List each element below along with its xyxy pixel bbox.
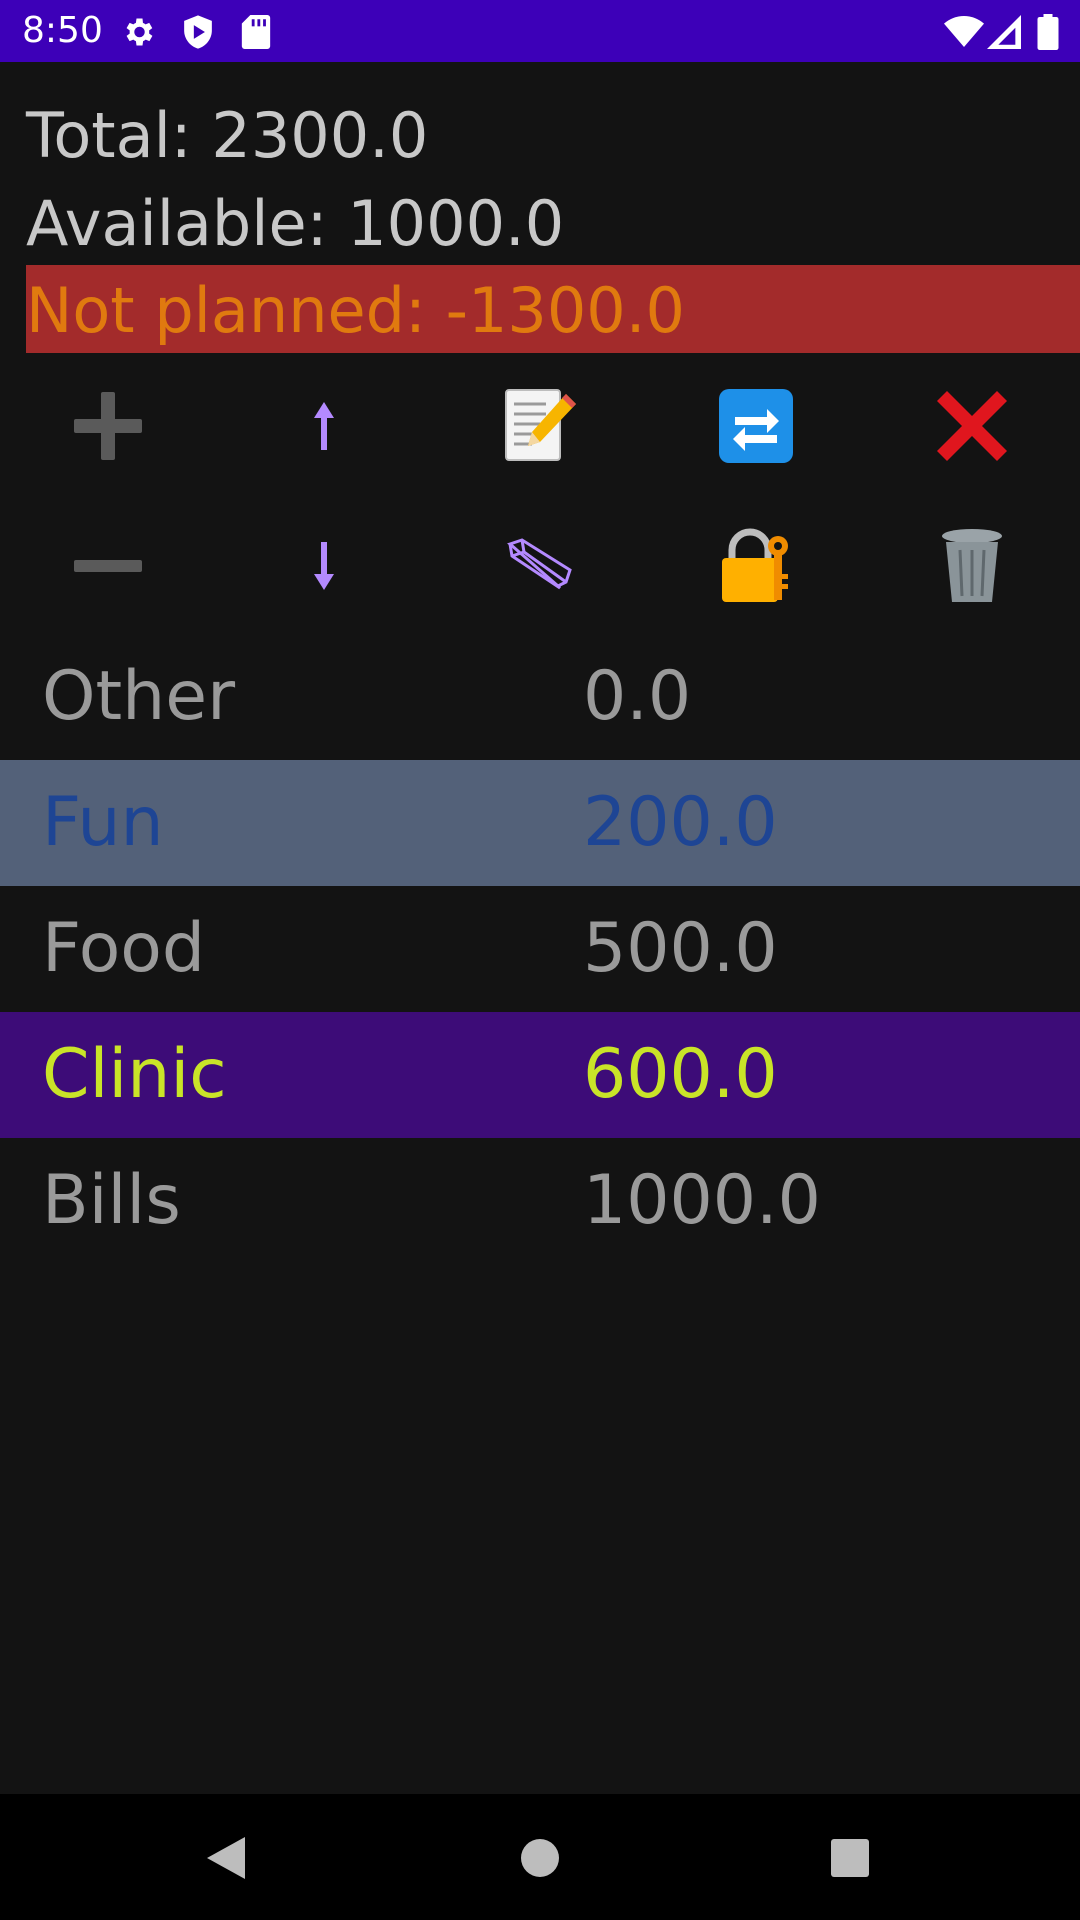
recents-icon [831,1839,869,1877]
sd-card-icon [236,12,276,52]
play-protect-icon [178,12,218,52]
category-value: 500.0 [583,909,778,988]
not-planned-label: Not planned: -1300.0 [26,274,685,347]
list-item[interactable]: Bills 1000.0 [0,1138,1080,1264]
not-planned-banner: Not planned: -1300.0 [26,265,1080,353]
list-item[interactable]: Fun 200.0 [0,760,1080,886]
available-label: Available: 1000.0 [26,187,565,260]
repeat-icon [719,389,793,463]
recents-button[interactable] [808,1816,892,1900]
arrow-down-icon [314,542,334,590]
list-item[interactable]: Food 500.0 [0,886,1080,1012]
move-up-button[interactable] [276,378,372,474]
plus-icon [74,392,142,460]
lock-button[interactable] [708,518,804,614]
minus-icon [74,560,142,572]
clear-button[interactable] [924,378,1020,474]
delete-button[interactable] [924,518,1020,614]
status-time: 8:50 [22,10,103,51]
category-name: Fun [42,783,164,862]
battery-icon [1028,12,1068,52]
category-value: 200.0 [583,783,778,862]
edit-memo-button[interactable] [492,378,588,474]
gear-icon [118,12,158,52]
navigation-bar [0,1794,1080,1920]
category-value: 1000.0 [583,1161,821,1240]
category-name: Clinic [42,1035,227,1114]
category-name: Food [42,909,206,988]
trash-icon [942,529,1002,602]
category-value: 600.0 [583,1035,778,1114]
category-name: Bills [42,1161,181,1240]
category-value: 0.0 [583,657,692,736]
status-bar: 8:50 [0,0,1080,62]
repeat-button[interactable] [708,378,804,474]
back-icon [207,1837,245,1879]
cross-mark-icon [937,391,1007,461]
add-button[interactable] [60,378,156,474]
back-button[interactable] [184,1816,268,1900]
category-name: Other [42,657,236,736]
memo-icon [505,389,576,461]
wifi-icon [944,12,984,52]
home-button[interactable] [498,1816,582,1900]
lock-key-icon [722,528,788,602]
rename-button[interactable] [492,518,588,614]
subtract-button[interactable] [60,518,156,614]
move-down-button[interactable] [276,518,372,614]
signal-icon [984,12,1024,52]
list-item[interactable]: Clinic 600.0 [0,1012,1080,1138]
home-icon [521,1839,559,1877]
total-label: Total: 2300.0 [26,99,429,172]
pencil-icon [507,538,572,590]
list-item[interactable]: Other 0.0 [0,634,1080,760]
arrow-up-icon [314,402,334,450]
